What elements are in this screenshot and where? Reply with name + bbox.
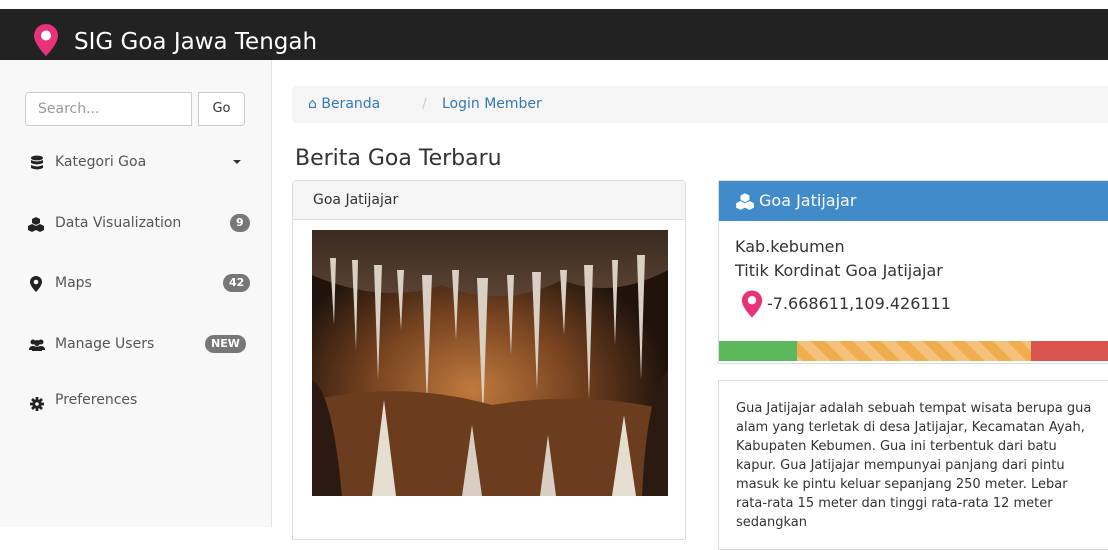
news-panel: Goa Jatijajar bbox=[292, 180, 686, 540]
breadcrumb-home-label: Beranda bbox=[321, 96, 381, 112]
sidebar-item-maps[interactable]: Maps 42 bbox=[0, 264, 271, 304]
progress-segment-yellow bbox=[797, 341, 1031, 361]
count-badge: 42 bbox=[223, 274, 251, 292]
progress-bar bbox=[719, 341, 1108, 361]
breadcrumb: ⌂ Beranda / Login Member bbox=[292, 86, 1108, 123]
home-icon: ⌂ bbox=[308, 96, 317, 112]
count-badge: 9 bbox=[230, 214, 250, 232]
sidebar-item-data-visualization[interactable]: Data Visualization 9 bbox=[0, 204, 271, 244]
sidebar-item-manage-users[interactable]: Manage Users NEW bbox=[0, 325, 271, 365]
cave-info-heading[interactable]: Goa Jatijajar bbox=[719, 181, 1108, 221]
cave-info-title: Goa Jatijajar bbox=[759, 191, 857, 210]
map-marker-icon bbox=[30, 276, 46, 292]
breadcrumb-login-member-link[interactable]: Login Member bbox=[442, 96, 542, 112]
map-pin-icon bbox=[741, 289, 763, 324]
location-text: Kab.kebumen bbox=[735, 237, 845, 256]
sidebar: Go Kategori Goa Data Visualization 9 bbox=[0, 60, 272, 527]
coordinate-value: -7.668611,109.426111 bbox=[767, 294, 951, 313]
sidebar-item-label: Data Visualization bbox=[55, 215, 182, 231]
coordinate-label: Titik Kordinat Goa Jatijajar bbox=[735, 261, 943, 280]
breadcrumb-separator: / bbox=[422, 96, 427, 112]
progress-segment-green bbox=[719, 341, 797, 361]
cubes-icon bbox=[27, 216, 44, 232]
news-panel-heading[interactable]: Goa Jatijajar bbox=[293, 181, 685, 220]
top-header: SIG Goa Jawa Tengah bbox=[0, 0, 1108, 60]
gear-icon bbox=[30, 397, 46, 413]
sidebar-item-label: Maps bbox=[55, 275, 92, 291]
users-icon bbox=[28, 337, 45, 353]
cave-info-panel: Goa Jatijajar Kab.kebumen Titik Kordinat… bbox=[718, 180, 1108, 364]
new-badge: NEW bbox=[205, 335, 246, 353]
sidebar-item-label: Kategori Goa bbox=[55, 154, 147, 170]
navbar: SIG Goa Jawa Tengah bbox=[0, 9, 1108, 60]
go-button[interactable]: Go bbox=[198, 92, 245, 126]
sidebar-item-label: Manage Users bbox=[55, 336, 155, 352]
progress-segment-red bbox=[1031, 341, 1108, 361]
database-icon bbox=[30, 155, 46, 171]
cubes-icon bbox=[735, 192, 755, 214]
page-title: Berita Goa Terbaru bbox=[295, 146, 502, 171]
cave-photo[interactable] bbox=[312, 230, 668, 496]
breadcrumb-home-link[interactable]: ⌂ Beranda bbox=[308, 96, 380, 112]
top-strip bbox=[0, 0, 1108, 9]
app-title[interactable]: SIG Goa Jawa Tengah bbox=[74, 29, 317, 55]
sidebar-item-kategori-goa[interactable]: Kategori Goa bbox=[0, 143, 271, 183]
map-pin-icon bbox=[33, 23, 59, 62]
description-box: Gua Jatijajar adalah sebuah tempat wisat… bbox=[718, 380, 1108, 550]
sidebar-item-label: Preferences bbox=[55, 392, 138, 408]
sidebar-item-preferences[interactable]: Preferences bbox=[0, 385, 271, 425]
chevron-down-icon bbox=[233, 160, 241, 164]
search-input[interactable] bbox=[25, 92, 192, 126]
main-content: ⌂ Beranda / Login Member Berita Goa Terb… bbox=[272, 60, 1108, 550]
cave-description: Gua Jatijajar adalah sebuah tempat wisat… bbox=[736, 401, 1092, 530]
